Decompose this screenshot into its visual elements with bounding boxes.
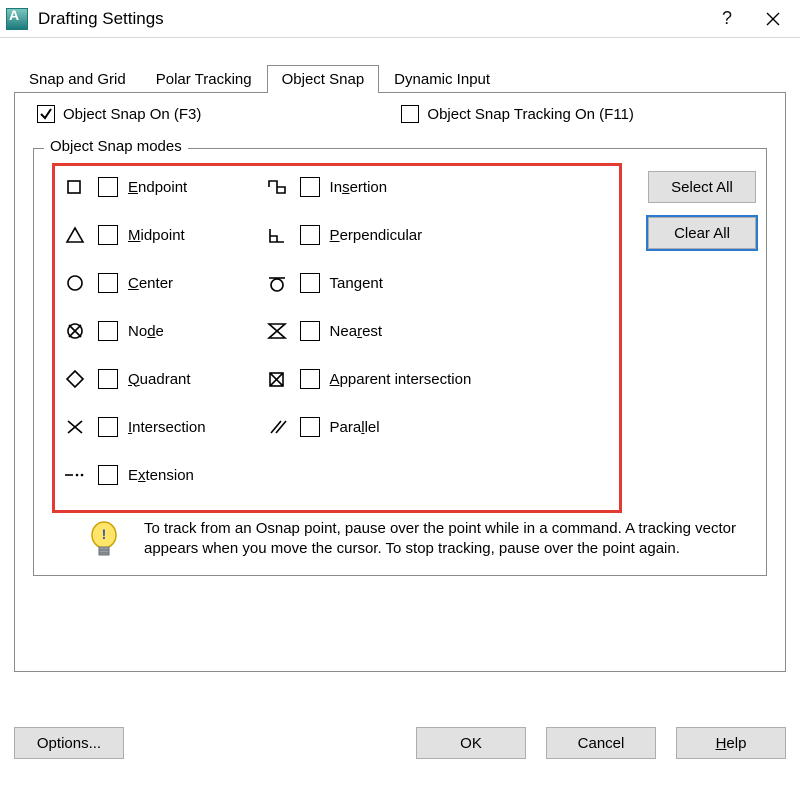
midpoint-icon [62,224,88,246]
node-icon [62,320,88,342]
tangent-icon [264,272,290,294]
snap-mode-apparent[interactable]: Apparent intersection [264,367,472,391]
checkbox-label: Object Snap On (F3) [63,106,201,123]
tabs: Snap and Grid Polar Tracking Object Snap… [14,60,800,92]
group-object-snap-modes: Object Snap modes EndpointMidpointCenter… [33,148,767,576]
snap-modes-grid: Endpoint Midpoint Center Node Quadrant Inters… [62,175,471,487]
snap-mode-node[interactable]: Node [62,319,206,343]
help-button[interactable]: Help [676,727,786,759]
checkbox-box[interactable] [300,225,320,245]
checkbox-object-snap-tracking-on[interactable]: Object Snap Tracking On (F11) [401,105,633,123]
extension-icon [62,464,88,486]
nearest-icon [264,320,290,342]
snap-mode-label: Center [128,275,173,292]
snap-mode-tangent[interactable]: Tangent [264,271,472,295]
snap-mode-perpendicular[interactable]: Perpendicular [264,223,472,247]
snap-mode-intersection[interactable]: Intersection [62,415,206,439]
insertion-icon [264,176,290,198]
intersection-icon [62,416,88,438]
checkbox-box[interactable] [98,465,118,485]
info-row: ! To track from an Osnap point, pause ov… [84,519,744,563]
checkbox-box[interactable] [98,369,118,389]
title-bar: Drafting Settings ? [0,0,800,38]
window-title: Drafting Settings [38,9,704,29]
snap-mode-insertion[interactable]: Insertion [264,175,472,199]
checkbox-box[interactable] [300,273,320,293]
snap-mode-center[interactable]: Center [62,271,206,295]
tab-polar-tracking[interactable]: Polar Tracking [141,65,267,93]
snap-mode-label: Node [128,323,164,340]
snap-mode-label: Tangent [330,275,383,292]
snap-mode-label: Quadrant [128,371,191,388]
checkbox-box[interactable] [98,177,118,197]
snap-mode-quadrant[interactable]: Quadrant [62,367,206,391]
snap-mode-label: Insertion [330,179,388,196]
close-icon [766,12,780,26]
lightbulb-icon: ! [84,519,124,563]
cancel-button[interactable]: Cancel [546,727,656,759]
center-icon [62,272,88,294]
checkbox-box[interactable] [300,369,320,389]
options-button[interactable]: Options... [14,727,124,759]
tab-panel: Object Snap On (F3) Object Snap Tracking… [14,92,786,672]
quadrant-icon [62,368,88,390]
endpoint-icon [62,176,88,198]
apparent-icon [264,368,290,390]
snap-mode-label: Nearest [330,323,383,340]
checkbox-box[interactable] [98,273,118,293]
checkbox-box[interactable] [300,177,320,197]
tab-snap-and-grid[interactable]: Snap and Grid [14,65,141,93]
snap-mode-label: Extension [128,467,194,484]
snap-mode-label: Parallel [330,419,380,436]
checkbox-box[interactable] [300,417,320,437]
parallel-icon [264,416,290,438]
checkbox-box[interactable] [300,321,320,341]
context-help-button[interactable]: ? [704,0,750,38]
snap-mode-label: Midpoint [128,227,185,244]
snap-mode-endpoint[interactable]: Endpoint [62,175,206,199]
snap-mode-nearest[interactable]: Nearest [264,319,472,343]
clear-all-button[interactable]: Clear All [648,217,756,249]
checkbox-box[interactable] [98,225,118,245]
snap-mode-label: Apparent intersection [330,371,472,388]
tab-object-snap[interactable]: Object Snap [267,65,380,93]
tab-dynamic-input[interactable]: Dynamic Input [379,65,505,93]
checkbox-box [37,105,55,123]
perpendicular-icon [264,224,290,246]
snap-mode-extension[interactable]: Extension [62,463,206,487]
side-buttons: Select All Clear All [648,171,756,249]
svg-text:!: ! [102,526,107,542]
checkbox-box[interactable] [98,321,118,341]
snap-mode-midpoint[interactable]: Midpoint [62,223,206,247]
snap-mode-parallel[interactable]: Parallel [264,415,472,439]
snap-mode-label: Intersection [128,419,206,436]
group-legend: Object Snap modes [44,138,188,155]
top-checkbox-row: Object Snap On (F3) Object Snap Tracking… [15,93,785,123]
ok-button[interactable]: OK [416,727,526,759]
checkbox-label: Object Snap Tracking On (F11) [427,106,633,123]
snap-mode-label: Endpoint [128,179,187,196]
info-text: To track from an Osnap point, pause over… [144,519,744,563]
check-icon [39,107,53,121]
dialog-buttons: Options... OK Cancel Help [14,727,786,759]
snap-mode-label: Perpendicular [330,227,423,244]
checkbox-box[interactable] [98,417,118,437]
checkbox-box [401,105,419,123]
app-icon [6,8,28,30]
select-all-button[interactable]: Select All [648,171,756,203]
close-button[interactable] [750,0,796,38]
checkbox-object-snap-on[interactable]: Object Snap On (F3) [37,105,201,123]
